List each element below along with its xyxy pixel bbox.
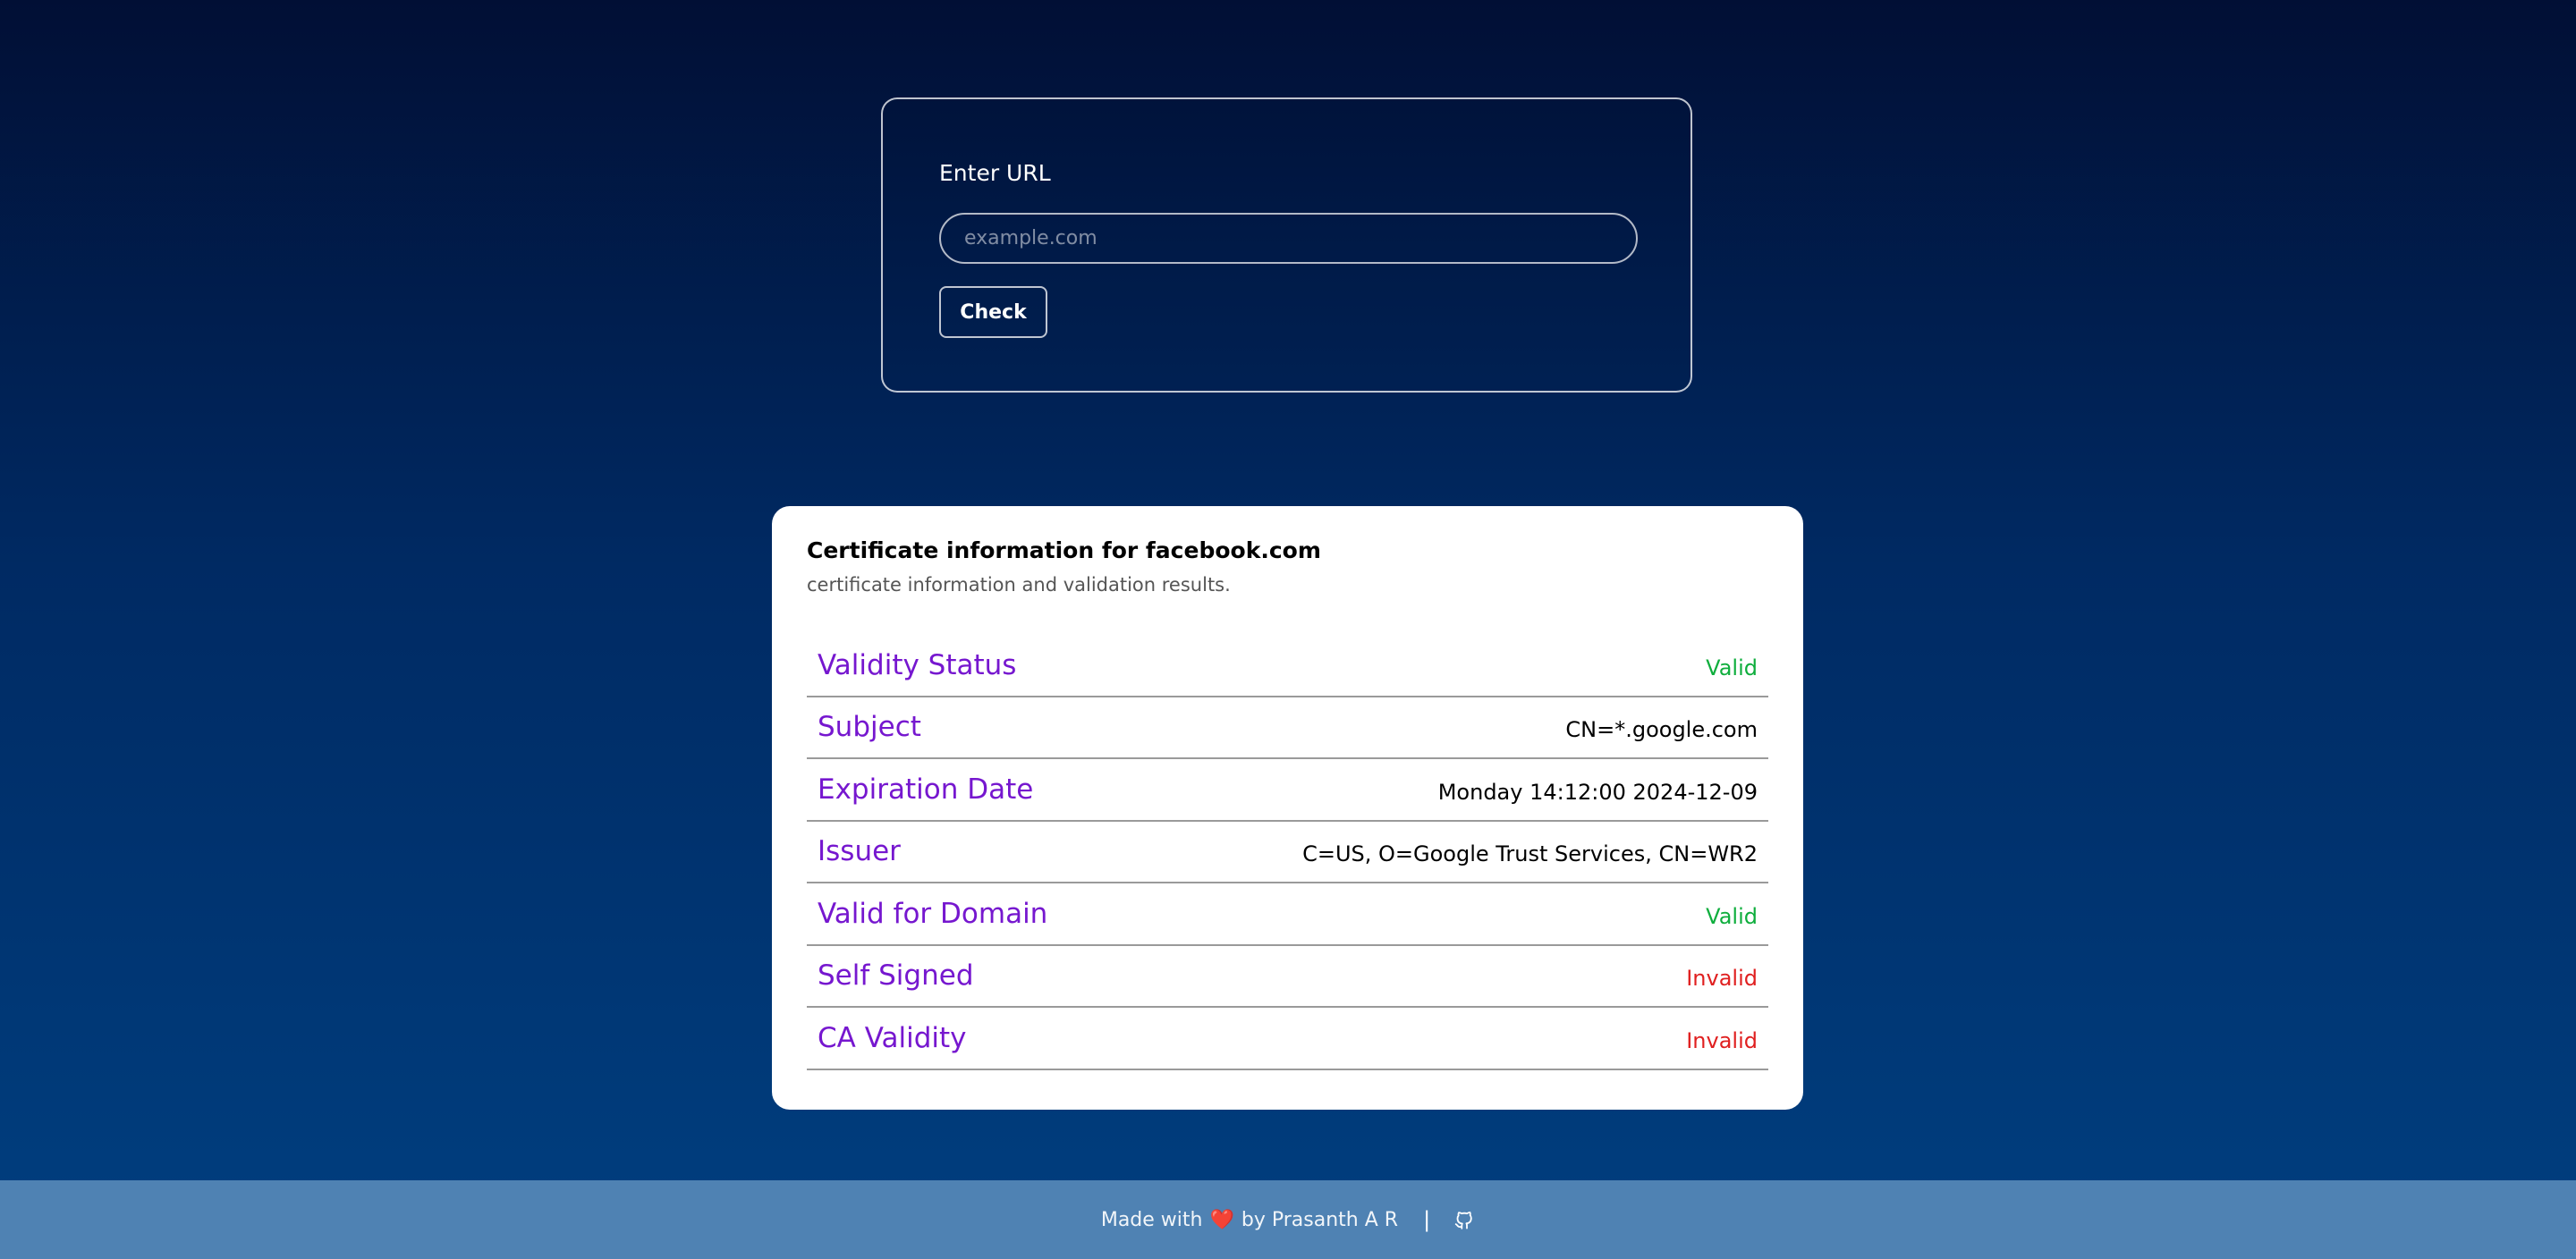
github-icon[interactable] [1453, 1209, 1475, 1230]
row-label: Expiration Date [818, 773, 1034, 806]
footer-made-with: Made with [1100, 1208, 1203, 1231]
url-form-card: Enter URL Check [881, 97, 1692, 393]
footer: Made with ❤️ by Prasanth A R | [0, 1180, 2576, 1259]
url-input[interactable] [939, 213, 1638, 264]
row-label: Self Signed [818, 959, 974, 993]
row-value: CN=*.google.com [1565, 717, 1758, 743]
row-subject: Subject CN=*.google.com [807, 697, 1768, 759]
row-ca-validity: CA Validity Invalid [807, 1008, 1768, 1070]
row-value: C=US, O=Google Trust Services, CN=WR2 [1302, 841, 1758, 867]
result-title: Certificate information for facebook.com [807, 537, 1321, 563]
footer-separator: | [1423, 1207, 1431, 1232]
row-issuer: Issuer C=US, O=Google Trust Services, CN… [807, 822, 1768, 883]
row-valid-for-domain: Valid for Domain Valid [807, 883, 1768, 946]
row-value: Monday 14:12:00 2024-12-09 [1437, 779, 1758, 805]
footer-author: by Prasanth A R [1241, 1208, 1399, 1231]
row-label: Valid for Domain [818, 897, 1048, 930]
row-label: Validity Status [818, 648, 1017, 681]
certificate-result-card: Certificate information for facebook.com… [772, 506, 1803, 1110]
row-validity-status: Validity Status Valid [807, 635, 1768, 697]
row-value: Valid [1706, 655, 1758, 680]
row-value: Invalid [1686, 1027, 1758, 1053]
check-button[interactable]: Check [939, 286, 1047, 338]
row-label: CA Validity [818, 1021, 967, 1054]
result-subtitle: certificate information and validation r… [807, 574, 1231, 596]
heart-icon: ❤️ [1209, 1208, 1234, 1231]
row-self-signed: Self Signed Invalid [807, 946, 1768, 1008]
row-label: Issuer [818, 835, 901, 868]
row-value: Invalid [1686, 966, 1758, 992]
certificate-info-list: Validity Status Valid Subject CN=*.googl… [807, 635, 1768, 1070]
row-expiration-date: Expiration Date Monday 14:12:00 2024-12-… [807, 759, 1768, 822]
row-label: Subject [818, 711, 921, 744]
url-label: Enter URL [939, 160, 1051, 186]
row-value: Valid [1706, 903, 1758, 929]
